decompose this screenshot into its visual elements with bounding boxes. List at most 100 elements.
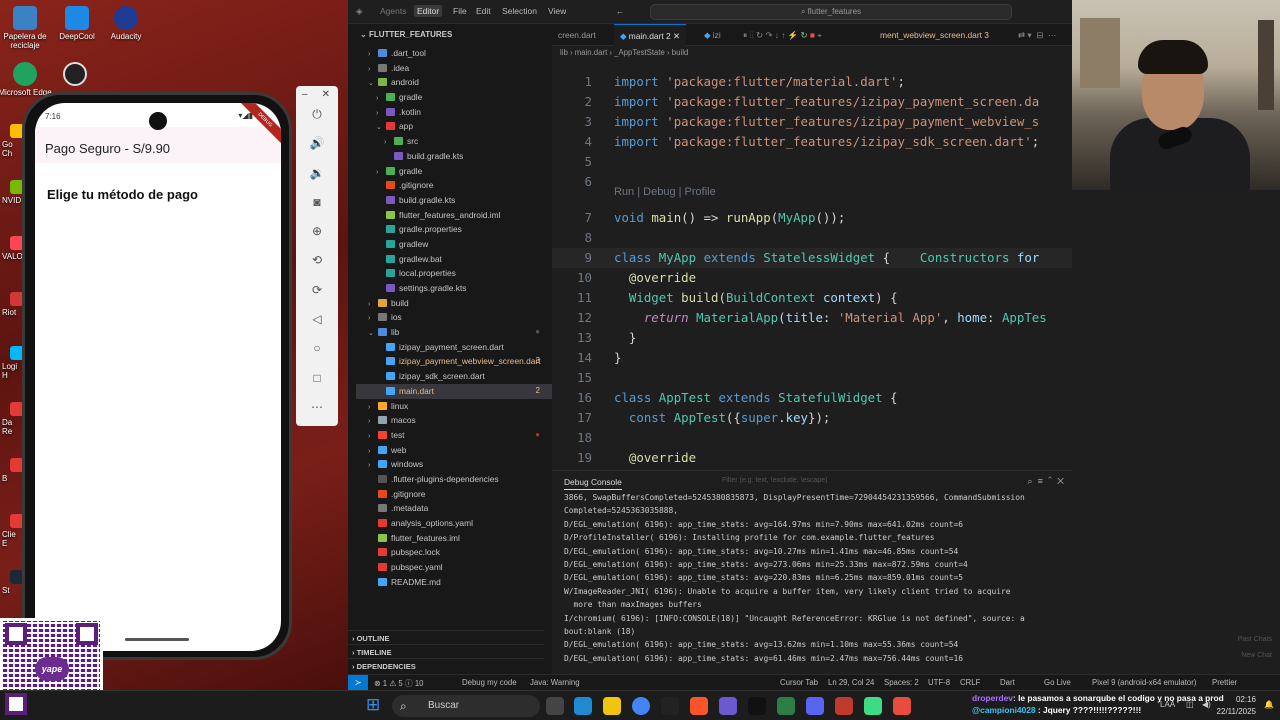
tab-webview-screen[interactable]: ment_webview_screen.dart 3 [874, 24, 995, 46]
restart-icon[interactable]: ↻ [756, 30, 763, 40]
tree-file[interactable]: local.properties [356, 266, 552, 281]
close-tab-icon[interactable]: ✕ [673, 31, 680, 41]
tree-folder[interactable]: › gradle [356, 164, 552, 179]
tree-folder[interactable]: › macos [356, 413, 552, 428]
menu-view[interactable]: View [548, 6, 566, 16]
discord-taskbar-icon[interactable] [806, 697, 824, 715]
hot-restart-icon[interactable]: ↻ [801, 30, 808, 40]
tree-folder[interactable]: › src [356, 134, 552, 149]
search-icon[interactable]: ⌕ [1028, 476, 1033, 486]
debug-my-code[interactable]: Debug my code [462, 678, 517, 687]
language-mode[interactable]: Dart [1000, 678, 1015, 687]
stop-icon[interactable]: ■ [810, 30, 815, 40]
more-actions-icon[interactable]: ⋯ [1048, 30, 1056, 40]
indentation[interactable]: Spaces: 2 [884, 678, 919, 687]
timeline-section[interactable]: › TIMELINE [348, 644, 544, 659]
code-line[interactable]: 7 void main() => runApp(MyApp()); [552, 208, 1072, 228]
code-line[interactable]: 12 return MaterialApp(title: 'Material A… [552, 308, 1072, 328]
app3-taskbar-icon[interactable] [835, 697, 853, 715]
phone-screen[interactable]: 7:16 ▾◢▮ DEBUG Pago Seguro - S/9.90 Elig… [35, 103, 281, 651]
code-area[interactable]: Run | Debug | Profile 1 import 'package:f… [552, 68, 1072, 468]
app2-taskbar-icon[interactable] [777, 697, 795, 715]
tree-file[interactable]: pubspec.lock [356, 545, 552, 560]
tab-screen-dart[interactable]: creen.dart [552, 24, 602, 46]
code-line[interactable]: 14} [552, 348, 1072, 368]
code-line[interactable]: 6 [552, 172, 1072, 192]
tree-file[interactable]: analysis_options.yaml [356, 516, 552, 531]
back-arrow-icon[interactable]: ← [616, 6, 625, 16]
gesture-home-bar[interactable] [125, 638, 189, 641]
tiktok-taskbar-icon[interactable] [748, 697, 766, 715]
app-logo-icon[interactable]: ◈ [356, 6, 363, 17]
desktop-icon-audacity[interactable]: Audacity [95, 6, 157, 41]
outline-section[interactable]: › OUTLINE [348, 630, 544, 645]
tree-file[interactable]: gradlew.bat [356, 252, 552, 267]
more-icon[interactable]: ⋯ [296, 393, 338, 422]
minimize-icon[interactable]: – [302, 89, 308, 100]
cursor-taskbar-icon[interactable] [661, 697, 679, 715]
code-line[interactable]: 11 Widget build(BuildContext context) { [552, 288, 1072, 308]
camera-icon[interactable]: ◙ [296, 188, 338, 217]
console-output[interactable]: 3866, SwapBuffersCompleted=5245380835873… [564, 491, 1068, 667]
tree-file[interactable]: gradle.properties [356, 222, 552, 237]
console-filter-input[interactable]: Filter (e.g. text, !exclude, \escape) [722, 477, 827, 484]
zoom-icon[interactable]: ⊕ [296, 217, 338, 246]
cursor-tab[interactable]: Cursor Tab [780, 678, 818, 687]
go-live-button[interactable]: Go Live [1044, 678, 1071, 687]
home-icon[interactable]: ○ [296, 334, 338, 363]
clear-console-icon[interactable]: ≡ [1038, 476, 1043, 486]
split-editor-icon[interactable]: ⊟ [1036, 30, 1043, 40]
tree-file[interactable]: .flutter-plugins-dependencies [356, 472, 552, 487]
problems-count[interactable]: ⊗ 1 ⚠ 5 ⓘ 10 [374, 678, 424, 689]
tree-file[interactable]: .metadata [356, 501, 552, 516]
line-ending[interactable]: CRLF [960, 678, 980, 687]
notification-icon[interactable]: 🔔 [1264, 700, 1274, 709]
close-icon[interactable]: ✕ [322, 89, 330, 100]
tree-file[interactable]: build.gradle.kts [356, 149, 552, 164]
tree-file[interactable]: build.gradle.kts [356, 193, 552, 208]
file-explorer-icon[interactable] [603, 697, 621, 715]
code-line[interactable]: 9 class MyApp extends StatelessWidget { C… [552, 248, 1072, 268]
desktop-icon-obs[interactable] [44, 62, 106, 88]
code-line[interactable]: 3 import 'package:flutter_features/izipay… [552, 112, 1072, 132]
encoding[interactable]: UTF-8 [928, 678, 950, 687]
menu-file[interactable]: File [453, 6, 467, 16]
tree-file[interactable]: main.dart 2 [356, 383, 552, 399]
dependencies-section[interactable]: › DEPENDENCIES [348, 658, 544, 673]
tree-folder[interactable]: › gradle [356, 90, 552, 105]
breadcrumb[interactable]: lib › main.dart › _AppTestState › build [552, 46, 1072, 60]
command-center[interactable]: ⌕ flutter_features [650, 4, 1012, 20]
tree-folder[interactable]: › .idea [356, 61, 552, 76]
tree-file[interactable]: pubspec.yaml [356, 560, 552, 575]
code-line[interactable]: 19 @override [552, 448, 1072, 468]
tree-folder[interactable]: › linux [356, 399, 552, 414]
tree-file[interactable]: .gitignore [356, 178, 552, 193]
maximize-panel-icon[interactable]: ⌃ [1048, 476, 1052, 486]
tree-file[interactable]: izipay_payment_screen.dart [356, 340, 552, 355]
windows-start-icon[interactable]: ⊞ [366, 696, 380, 714]
code-line[interactable]: 18 [552, 428, 1072, 448]
android-studio-taskbar-icon[interactable] [864, 697, 882, 715]
tree-file[interactable]: izipay_payment_webview_screen.dart 3 [356, 354, 552, 369]
menu-editor[interactable]: Editor [414, 5, 443, 17]
menu-edit[interactable]: Edit [476, 6, 491, 16]
task-view-icon[interactable] [546, 697, 564, 715]
rotate-left-icon[interactable]: ⟲ [296, 246, 338, 275]
app4-taskbar-icon[interactable] [893, 697, 911, 715]
vscode-taskbar-icon[interactable] [574, 697, 592, 715]
tree-file[interactable]: .gitignore [356, 487, 552, 502]
code-line[interactable]: 8 [552, 228, 1072, 248]
tab-main-dart[interactable]: ◆ main.dart 2 ✕ [614, 24, 687, 46]
cursor-position[interactable]: Ln 29, Col 24 [828, 678, 874, 687]
menu-selection[interactable]: Selection [502, 6, 537, 16]
step-over-icon[interactable]: ↷ [765, 30, 772, 40]
tree-folder[interactable]: ⌄ lib ● [356, 325, 552, 340]
remote-icon[interactable]: ≻ [348, 675, 368, 690]
tree-folder[interactable]: › test ● [356, 428, 552, 443]
prettier-status[interactable]: Prettier [1212, 678, 1237, 687]
tree-file[interactable]: gradlew [356, 237, 552, 252]
compare-icon[interactable]: ⇄ [1018, 30, 1025, 40]
tree-folder[interactable]: › .dart_tool [356, 46, 552, 61]
code-line[interactable]: 17 const AppTest({super.key}); [552, 408, 1072, 428]
volume-down-icon[interactable]: 🔉 [296, 159, 338, 188]
